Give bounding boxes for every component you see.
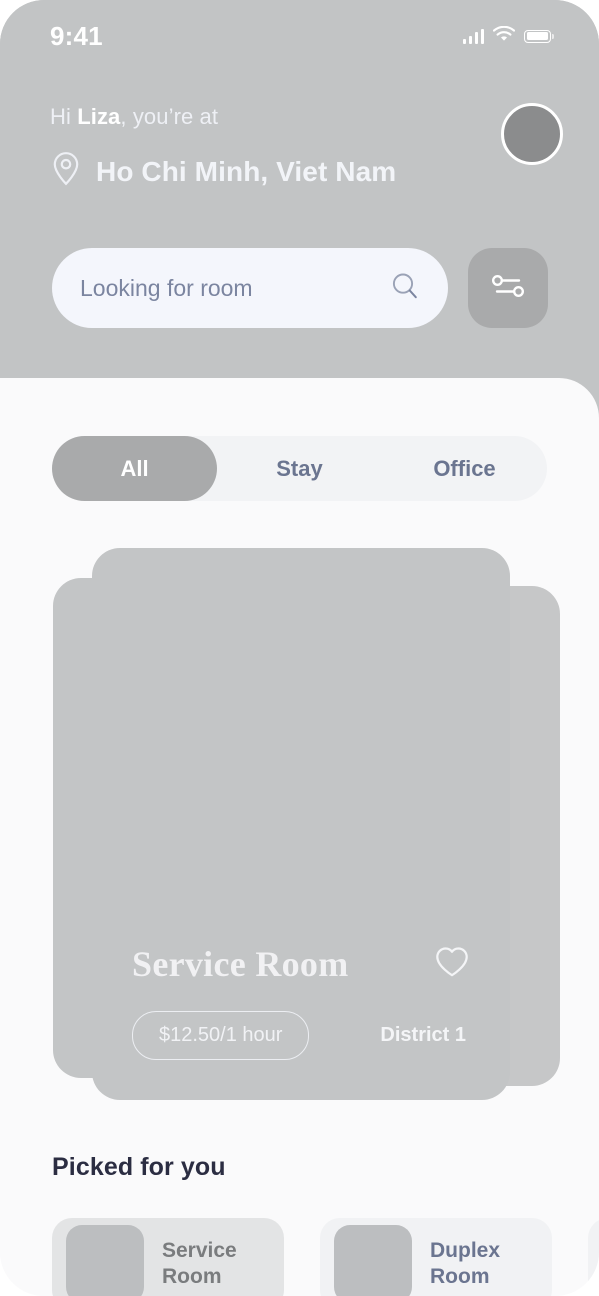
user-name: Liza [77, 104, 121, 129]
search-input[interactable] [80, 274, 390, 302]
picked-for-you-list[interactable]: Service Room Duplex Room [52, 1218, 599, 1296]
greeting-prefix: Hi [50, 104, 78, 129]
category-tabs: All Stay Office [52, 436, 547, 501]
sliders-filter-icon [488, 270, 528, 307]
user-avatar[interactable] [501, 103, 563, 165]
header-corner-cut [0, 378, 60, 420]
featured-card-meta-row: $12.50/1 hour District 1 [132, 1011, 470, 1060]
phone-screen: 9:41 Hi Liza, you’re at Ho Chi Minh, Vie… [0, 0, 599, 1296]
tab-all[interactable]: All [52, 436, 217, 501]
search-box[interactable] [52, 248, 448, 328]
featured-card-title: Service Room [132, 944, 349, 984]
tab-office[interactable]: Office [382, 436, 547, 501]
featured-card[interactable]: Service Room $12.50/1 hour District 1 [92, 548, 510, 1100]
tab-stay[interactable]: Stay [217, 436, 382, 501]
list-item[interactable]: Duplex Room [320, 1218, 552, 1296]
location-name: Ho Chi Minh, Viet Nam [96, 155, 397, 187]
list-item[interactable]: Service Room [52, 1218, 284, 1296]
price-badge: $12.50/1 hour [132, 1011, 310, 1060]
list-item[interactable] [588, 1218, 599, 1296]
picked-card-thumbnail [334, 1225, 412, 1296]
district-label: District 1 [380, 1024, 466, 1046]
greeting-block: Hi Liza, you’re at Ho Chi Minh, Viet Nam [50, 104, 396, 193]
featured-carousel: Service Room $12.50/1 hour District 1 [0, 548, 599, 1108]
wifi-icon [492, 25, 516, 47]
cellular-signal-icon [462, 28, 484, 44]
status-icons [462, 25, 554, 47]
map-pin-icon [50, 150, 82, 193]
greeting-suffix: , you’re at [120, 104, 219, 129]
search-icon[interactable] [390, 271, 420, 306]
picked-card-title: Service Room [162, 1238, 237, 1288]
picked-card-title: Duplex Room [430, 1238, 501, 1288]
heart-outline-icon[interactable] [434, 945, 470, 983]
picked-card-thumbnail [66, 1225, 144, 1296]
filter-button[interactable] [468, 248, 548, 328]
location-row[interactable]: Ho Chi Minh, Viet Nam [50, 150, 396, 193]
battery-icon [524, 29, 554, 43]
featured-card-body: Service Room $12.50/1 hour District 1 [92, 943, 510, 1100]
status-bar: 9:41 [0, 0, 599, 72]
status-time: 9:41 [50, 20, 103, 51]
search-row [52, 248, 548, 328]
greeting-text: Hi Liza, you’re at [50, 104, 396, 130]
picked-for-you-heading: Picked for you [52, 1153, 226, 1181]
featured-card-title-row: Service Room [132, 943, 470, 985]
